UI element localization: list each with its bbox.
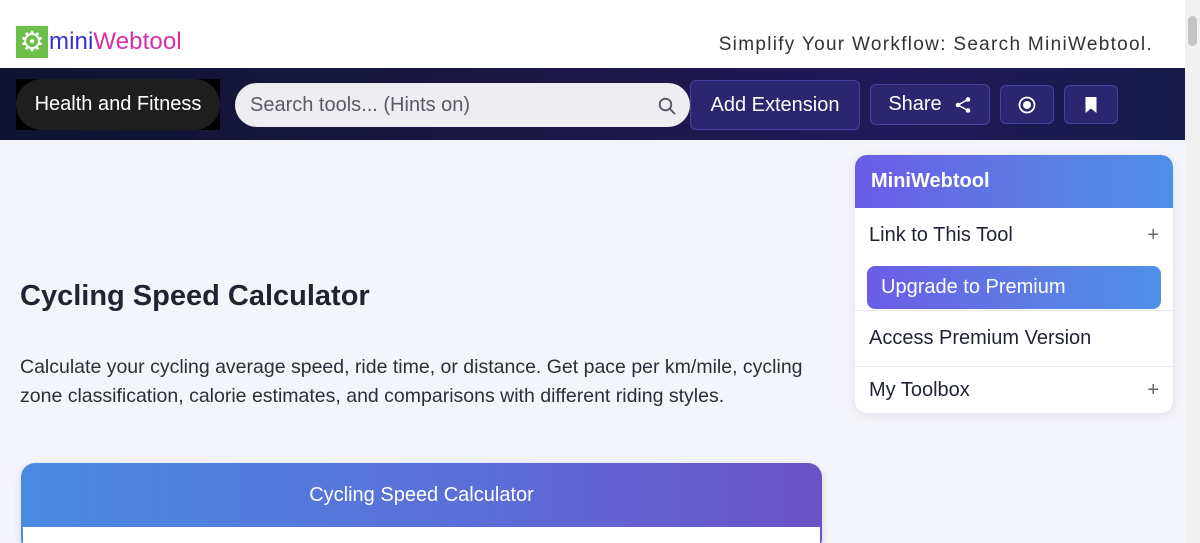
category-button[interactable]: Health and Fitness — [16, 79, 220, 130]
expand-plus-icon: + — [1147, 378, 1159, 401]
top-header: ⚙ miniWebtool Simplify Your Workflow: Se… — [0, 0, 1185, 68]
bookmark-button[interactable] — [1064, 85, 1118, 124]
share-label: Share — [888, 93, 942, 115]
share-icon — [955, 96, 970, 113]
access-premium-link[interactable]: Access Premium Version — [855, 310, 1173, 366]
page-title: Cycling Speed Calculator — [20, 280, 370, 312]
access-premium-label: Access Premium Version — [869, 327, 1092, 349]
share-button[interactable]: Share — [870, 84, 990, 125]
page-scrollbar[interactable] — [1185, 0, 1200, 543]
gear-icon: ⚙ — [16, 26, 48, 58]
site-tagline: Simplify Your Workflow: Search MiniWebto… — [718, 34, 1153, 55]
record-icon — [1018, 96, 1036, 113]
calculator-title: Cycling Speed Calculator — [309, 483, 534, 506]
category-container: Health and Fitness — [16, 79, 220, 130]
nav-bar: Health and Fitness Add Extension Share — [0, 68, 1185, 140]
add-extension-button[interactable]: Add Extension — [690, 80, 860, 130]
page-description: Calculate your cycling average speed, ri… — [20, 356, 803, 407]
calculator-body — [23, 527, 820, 543]
site-logo[interactable]: ⚙ miniWebtool — [16, 26, 182, 58]
search-icon[interactable] — [658, 97, 676, 115]
search-box — [235, 83, 690, 127]
my-toolbox-label: My Toolbox — [869, 378, 970, 401]
my-toolbox-item[interactable]: My Toolbox + — [855, 366, 1173, 413]
scrollbar-thumb[interactable] — [1188, 16, 1197, 46]
search-input[interactable] — [235, 83, 655, 127]
link-to-tool-item[interactable]: Link to This Tool + — [855, 208, 1173, 262]
record-button[interactable] — [1000, 85, 1054, 124]
bookmark-icon — [1085, 96, 1097, 113]
sidebar-title: MiniWebtool — [855, 155, 1173, 208]
upgrade-premium-button[interactable]: Upgrade to Premium — [867, 266, 1161, 309]
logo-text: miniWebtool — [49, 28, 182, 55]
calculator-card: Cycling Speed Calculator — [21, 463, 822, 543]
link-to-tool-label: Link to This Tool — [869, 223, 1013, 246]
sidebar-panel: MiniWebtool Link to This Tool + Upgrade … — [855, 155, 1173, 413]
expand-plus-icon: + — [1147, 223, 1159, 246]
